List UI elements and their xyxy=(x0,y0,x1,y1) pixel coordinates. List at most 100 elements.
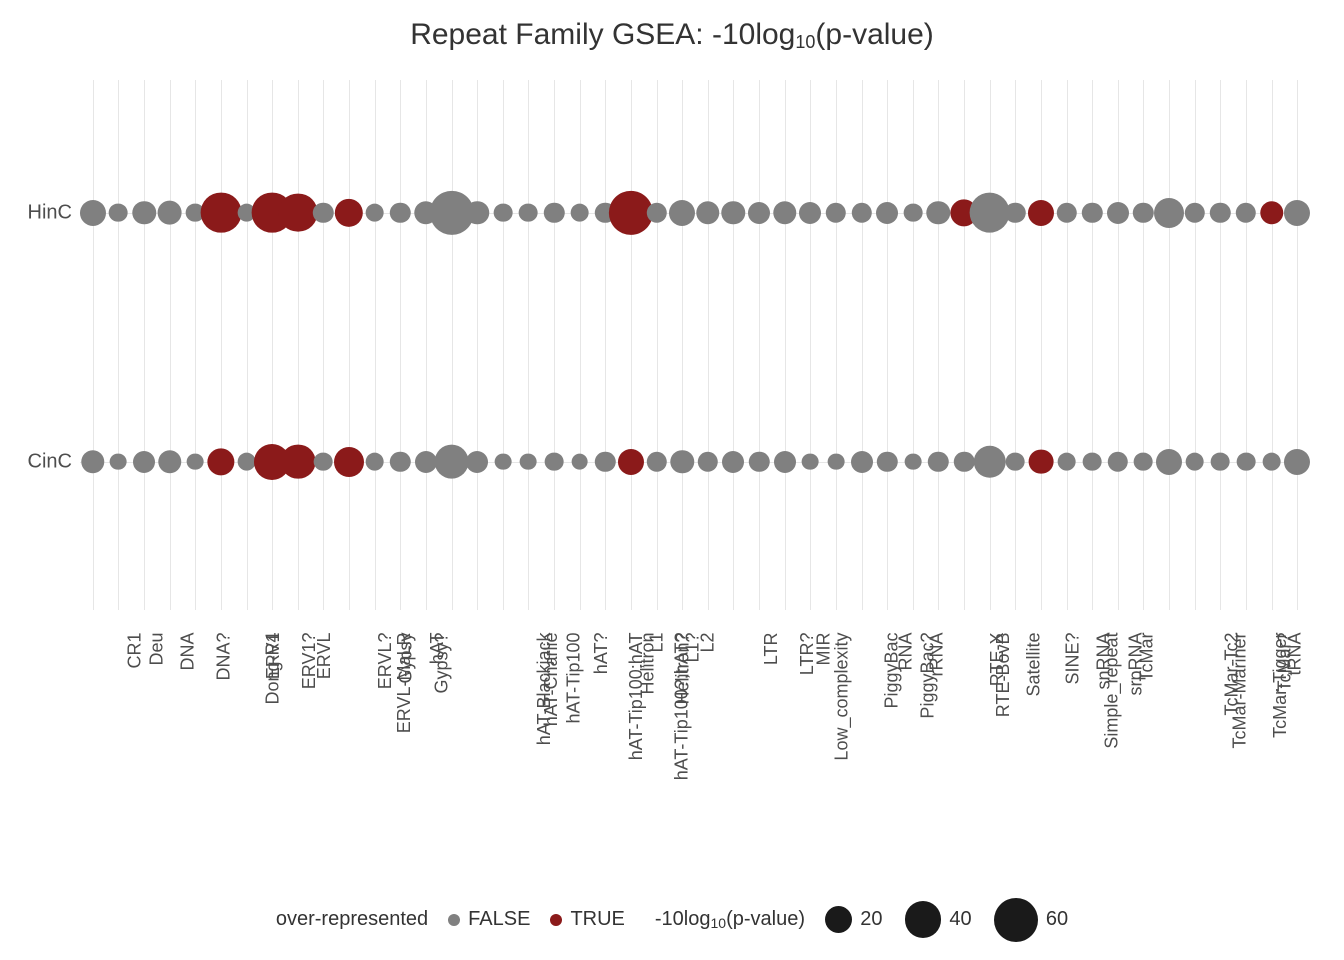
data-point xyxy=(1006,452,1025,471)
data-point xyxy=(1082,202,1102,222)
data-point xyxy=(1134,452,1153,471)
grid-line xyxy=(195,80,196,610)
x-tick-label: Satellite xyxy=(1024,633,1045,697)
chart-title: Repeat Family GSEA: -10log10(p-value) xyxy=(0,18,1344,52)
x-tick-label: ERVL? xyxy=(376,633,397,690)
x-tick-label: TcMar-Tc2 xyxy=(1222,633,1243,716)
data-point xyxy=(799,202,821,224)
grid-line xyxy=(1195,80,1196,610)
data-point xyxy=(876,202,898,224)
legend-color-item: TRUE xyxy=(550,908,624,931)
data-point xyxy=(1154,198,1184,228)
data-point xyxy=(237,452,256,471)
data-point xyxy=(1184,202,1204,222)
legend-color-label: TRUE xyxy=(570,908,624,931)
chart-container: Repeat Family GSEA: -10log10(p-value) Hi… xyxy=(0,0,1344,960)
data-point xyxy=(1028,199,1054,225)
grid-line xyxy=(554,80,555,610)
x-tick-label: LTR xyxy=(762,633,783,666)
data-point xyxy=(545,452,564,471)
x-tick-label: rRNA xyxy=(927,633,948,677)
data-point xyxy=(187,453,204,470)
grid-line xyxy=(1041,80,1042,610)
grid-line xyxy=(349,80,350,610)
grid-line xyxy=(323,80,324,610)
data-point xyxy=(1210,202,1230,222)
data-point xyxy=(466,451,488,473)
legend-color-item: FALSE xyxy=(448,908,530,931)
legend-color-group: over-represented FALSE TRUE xyxy=(276,908,625,931)
grid-line xyxy=(913,80,914,610)
y-tick-label: CinC xyxy=(28,450,72,473)
data-point xyxy=(390,202,410,222)
data-point xyxy=(207,448,234,475)
grid-line xyxy=(964,80,965,610)
data-point xyxy=(904,453,921,470)
x-tick-label: RTE-X xyxy=(988,633,1009,687)
grid-line xyxy=(810,80,811,610)
grid-line xyxy=(400,80,401,610)
legend-color-label: FALSE xyxy=(468,908,530,931)
grid-line xyxy=(1272,80,1273,610)
grid-line xyxy=(375,80,376,610)
x-tick-label: RNA xyxy=(895,633,916,671)
data-point xyxy=(954,451,974,471)
data-point xyxy=(335,198,363,226)
x-tick-label: MIR xyxy=(813,633,834,666)
data-point xyxy=(851,451,873,473)
data-point xyxy=(1133,202,1153,222)
data-point xyxy=(278,193,317,232)
data-point xyxy=(1029,449,1054,474)
grid-line xyxy=(93,80,94,610)
data-point xyxy=(1083,452,1102,471)
grid-line xyxy=(1246,80,1247,610)
y-tick-label: HinC xyxy=(28,201,72,224)
legend-size-swatch xyxy=(825,906,852,933)
data-point xyxy=(973,445,1005,477)
grid-line xyxy=(298,80,299,610)
x-tick-label: ERVL xyxy=(314,633,335,680)
grid-line xyxy=(1067,80,1068,610)
data-point xyxy=(670,450,693,473)
legend-color-title: over-represented xyxy=(276,908,428,931)
data-point xyxy=(493,203,512,222)
data-point xyxy=(201,192,242,233)
grid-line xyxy=(503,80,504,610)
data-point xyxy=(774,451,796,473)
data-point xyxy=(749,451,769,471)
data-point xyxy=(1107,202,1129,224)
data-point xyxy=(314,452,333,471)
x-tick-label: DNA xyxy=(178,633,199,671)
data-point xyxy=(748,202,770,224)
data-point xyxy=(618,449,644,475)
data-point xyxy=(434,444,469,479)
data-point xyxy=(1260,201,1283,224)
legend-color-swatch xyxy=(550,914,562,926)
data-point xyxy=(969,192,1010,233)
x-tick-label: DNA? xyxy=(213,633,234,681)
legend-size-swatch xyxy=(905,901,942,938)
data-point xyxy=(520,453,537,470)
grid-line xyxy=(528,80,529,610)
data-point xyxy=(313,202,333,222)
grid-line xyxy=(477,80,478,610)
data-point xyxy=(646,451,666,471)
data-point xyxy=(1211,452,1230,471)
data-point xyxy=(109,203,128,222)
data-point xyxy=(927,201,950,224)
x-tick-label: L1 xyxy=(646,633,667,653)
legend-size-label: 20 xyxy=(860,908,882,931)
grid-line xyxy=(682,80,683,610)
x-tick-label: hAT? xyxy=(591,633,612,675)
data-point xyxy=(1056,202,1076,222)
grid-line xyxy=(1143,80,1144,610)
grid-line xyxy=(272,80,273,610)
grid-line xyxy=(887,80,888,610)
data-point xyxy=(80,199,106,225)
grid-line xyxy=(836,80,837,610)
data-point xyxy=(158,450,181,473)
data-point xyxy=(81,450,104,473)
grid-line xyxy=(426,80,427,610)
data-point xyxy=(365,203,384,222)
legend-size-label: 40 xyxy=(949,908,971,931)
